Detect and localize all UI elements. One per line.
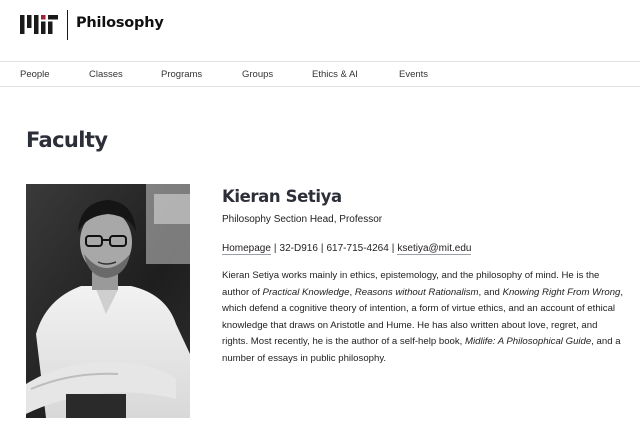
- book-title: Practical Knowledge: [262, 286, 350, 298]
- logo-divider: [67, 10, 68, 40]
- nav-item-people[interactable]: People: [20, 69, 50, 80]
- office-number: 32-D916: [279, 243, 318, 254]
- nav-item-ethics-ai[interactable]: Ethics & AI: [312, 69, 358, 80]
- site-header: Philosophy: [0, 0, 640, 52]
- faculty-role: Philosophy Section Head, Professor: [222, 214, 383, 225]
- mit-logo[interactable]: [20, 15, 58, 34]
- faculty-photo: [26, 184, 190, 418]
- faculty-name: Kieran Setiya: [222, 187, 342, 206]
- site-name[interactable]: Philosophy: [76, 15, 164, 31]
- main-nav: People Classes Programs Groups Ethics & …: [0, 61, 640, 87]
- page-title: Faculty: [26, 128, 108, 152]
- phone-number: 617-715-4264: [326, 243, 389, 254]
- book-title: Midlife: A Philosophical Guide: [465, 336, 592, 347]
- bio-text: , and: [478, 286, 503, 298]
- nav-item-events[interactable]: Events: [399, 69, 428, 80]
- nav-item-groups[interactable]: Groups: [242, 69, 273, 80]
- book-title: Knowing Right From Wrong: [502, 286, 621, 298]
- book-title: Reasons without Rationalism: [354, 286, 479, 298]
- separator: |: [273, 243, 277, 254]
- separator: |: [391, 243, 395, 254]
- nav-item-programs[interactable]: Programs: [161, 69, 202, 80]
- separator: |: [320, 243, 324, 254]
- nav-item-classes[interactable]: Classes: [89, 69, 123, 80]
- faculty-bio: Kieran Setiya works mainly in ethics, ep…: [222, 268, 624, 367]
- contact-line: Homepage | 32-D916 | 617-715-4264 | ksetiya@mi…: [222, 243, 472, 255]
- homepage-link[interactable]: Homepage: [222, 243, 271, 255]
- email-link[interactable]: ksetiya@mit.edu: [397, 243, 472, 255]
